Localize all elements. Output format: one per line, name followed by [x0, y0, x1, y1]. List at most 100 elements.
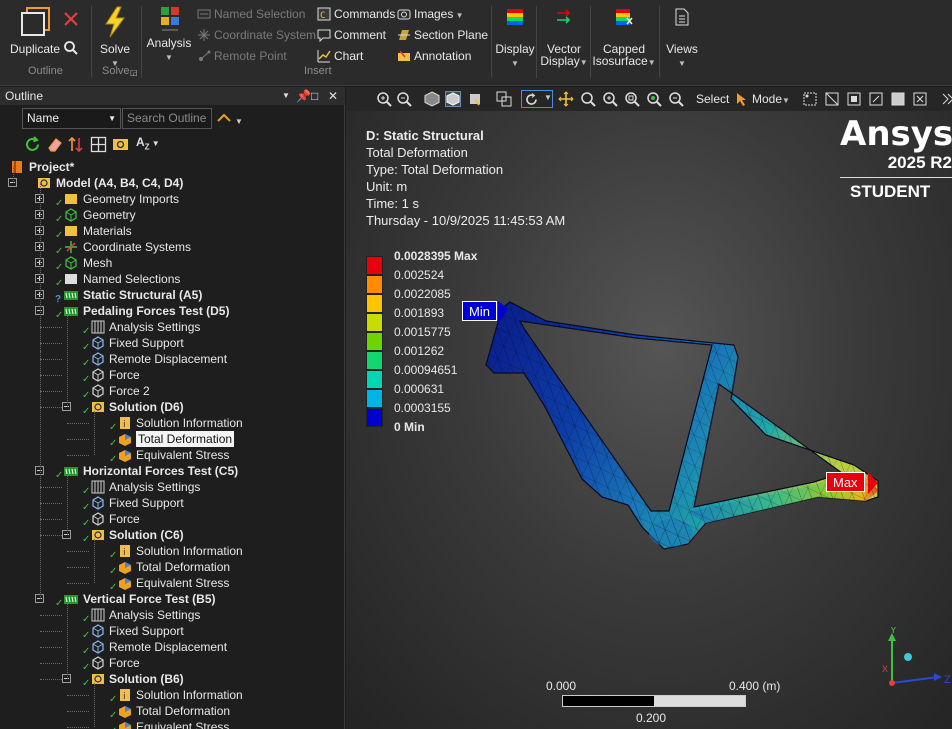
remote-point-icon — [199, 50, 211, 61]
max-probe[interactable]: Max — [826, 472, 865, 492]
analysis-button[interactable]: Analysis ▼ — [146, 6, 192, 63]
materials-icon — [65, 226, 77, 236]
grid-view-icon[interactable] — [90, 136, 107, 153]
tree-node[interactable]: ✓ Total Deformation — [0, 559, 345, 577]
fixed-support-icon — [92, 496, 104, 510]
force-icon — [92, 368, 104, 382]
solve-settings-icon[interactable]: ◲ — [130, 68, 138, 77]
force-icon — [92, 512, 104, 526]
tree-node-label: Remote Displacement — [109, 640, 228, 654]
outline-filter-select[interactable]: Name ▼ — [22, 108, 121, 129]
tree-node[interactable]: ✓ Coordinate Systems — [0, 239, 345, 257]
axis-y-label: Y — [890, 627, 897, 636]
tree-node[interactable]: ✓ Named Selections — [0, 271, 345, 289]
delete-icon[interactable] — [63, 11, 79, 27]
commands-button[interactable]: C Commands — [317, 5, 395, 23]
tree-node[interactable]: ✓ Geometry Imports — [0, 191, 345, 209]
vector-display-button[interactable]: Vector Display▼ — [540, 8, 588, 69]
tree-node-label: Static Structural (A5) — [83, 288, 203, 302]
tree-node[interactable]: Project* — [0, 159, 345, 175]
search-placeholder: Search Outline — [127, 111, 207, 125]
sort-alpha-icon[interactable]: AZ ▼ — [136, 135, 162, 152]
tree-node[interactable]: ✓ Geometry — [0, 207, 345, 225]
eraser-icon[interactable] — [46, 136, 63, 153]
min-probe[interactable]: Min — [462, 301, 497, 321]
tree-node[interactable]: Model (A4, B4, C4, D4) — [0, 175, 345, 191]
duplicate-icon — [21, 7, 50, 36]
coordinate-system-button[interactable]: Coordinate System — [197, 26, 316, 44]
result-icon — [119, 562, 131, 574]
chart-icon — [317, 50, 331, 63]
bike-frame-model[interactable] — [346, 87, 952, 729]
analysis-settings-icon — [91, 480, 105, 494]
tree-node-label: Solution (D6) — [109, 400, 184, 414]
display-icon — [507, 9, 523, 25]
search-icon[interactable] — [63, 40, 79, 56]
tree-node-label: Fixed Support — [109, 496, 184, 510]
refresh-icon[interactable] — [24, 136, 41, 153]
filter-dropdown-icon[interactable]: ▼ — [235, 117, 243, 126]
tree-node[interactable]: ✓ Total Deformation — [0, 431, 345, 449]
tree-node[interactable]: ✓ Vertical Force Test (B5) — [0, 591, 345, 609]
duplicate-button[interactable]: Duplicate — [8, 6, 62, 55]
status-check-icon: ✓ — [109, 724, 117, 729]
tree-node[interactable]: ✓ i Solution Information — [0, 687, 345, 705]
expand-tree-icon[interactable] — [112, 136, 129, 153]
views-button[interactable]: Views ▼ — [664, 8, 700, 69]
scale-right-label: 0.400 (m) — [729, 679, 781, 693]
force-icon — [92, 656, 104, 670]
close-icon[interactable]: ✕ — [328, 87, 338, 105]
tree-node-label: Total Deformation — [136, 431, 235, 447]
outline-search-input[interactable]: Search Outline — [122, 108, 212, 129]
images-label: Images — [414, 7, 454, 21]
tree-node[interactable]: ✓ Materials — [0, 223, 345, 241]
section-plane-button[interactable]: Section Plane — [397, 26, 488, 44]
tree-node-label: Solution Information — [136, 416, 243, 430]
max-probe-label: Max — [833, 475, 858, 490]
solution-information-icon: i — [120, 689, 130, 702]
coordinate-systems-icon — [65, 241, 77, 253]
tree-node-label: Force — [109, 656, 140, 670]
tree-node-label: Fixed Support — [109, 624, 184, 638]
dropdown-icon[interactable]: ▼ — [282, 87, 290, 105]
tree-node-label: Analysis Settings — [109, 608, 201, 622]
views-icon — [675, 8, 689, 26]
pin-icon[interactable]: 📌 — [296, 87, 311, 105]
capped-isosurface-button[interactable]: Capped Isosurface▼ — [592, 8, 656, 69]
svg-text:i: i — [123, 548, 126, 558]
display-button[interactable]: Display ▼ — [495, 8, 535, 69]
tree-node[interactable]: ✓Equivalent Stress — [0, 575, 345, 593]
remote-point-button[interactable]: Remote Point — [197, 47, 287, 65]
tree-node[interactable]: ✓Equivalent Stress — [0, 719, 345, 729]
tree-node[interactable]: ✓ Pedaling Forces Test (D5) — [0, 303, 345, 321]
filter-value: Name — [27, 111, 60, 125]
annotation-button[interactable]: Annotation — [397, 47, 471, 65]
tree-node[interactable]: ? Static Structural (A5) — [0, 287, 345, 305]
geometry-imports-icon — [65, 194, 77, 204]
geometry-icon — [65, 208, 77, 222]
solve-button[interactable]: Solve ▼ — [96, 6, 134, 69]
tree-node[interactable]: ✓ Mesh — [0, 255, 345, 273]
result-icon — [119, 434, 131, 446]
sort-icon[interactable] — [67, 136, 84, 153]
axis-x-label: Z — [944, 674, 951, 686]
tree-node-label: Force — [109, 512, 140, 526]
svg-text:i: i — [123, 692, 126, 702]
result-icon — [119, 578, 131, 590]
chart-button[interactable]: Chart — [317, 47, 363, 65]
axis-triad[interactable]: Y Z X — [876, 627, 952, 697]
tree-node[interactable]: ✓ Horizontal Forces Test (C5) — [0, 463, 345, 481]
tree-node[interactable]: ✓ i Solution Information — [0, 415, 345, 433]
tree-node[interactable]: ✓ i Solution Information — [0, 543, 345, 561]
tree-node[interactable]: ✓Equivalent Stress — [0, 447, 345, 465]
graphics-viewport[interactable]: ▼ Select Mode▼ D: Static Structural Tota… — [346, 87, 952, 729]
coordinate-system-icon — [198, 29, 210, 41]
chevron-down-icon: ▼ — [108, 114, 116, 123]
named-selection-button[interactable]: Named Selection — [197, 5, 305, 23]
tree-node[interactable]: ✓ Total Deformation — [0, 703, 345, 721]
comment-button[interactable]: Comment — [317, 26, 386, 44]
images-button[interactable]: Images ▼ — [397, 5, 464, 23]
collapse-up-icon[interactable] — [216, 111, 232, 125]
fixed-support-icon — [92, 624, 104, 638]
maximize-icon[interactable]: □ — [311, 87, 318, 105]
